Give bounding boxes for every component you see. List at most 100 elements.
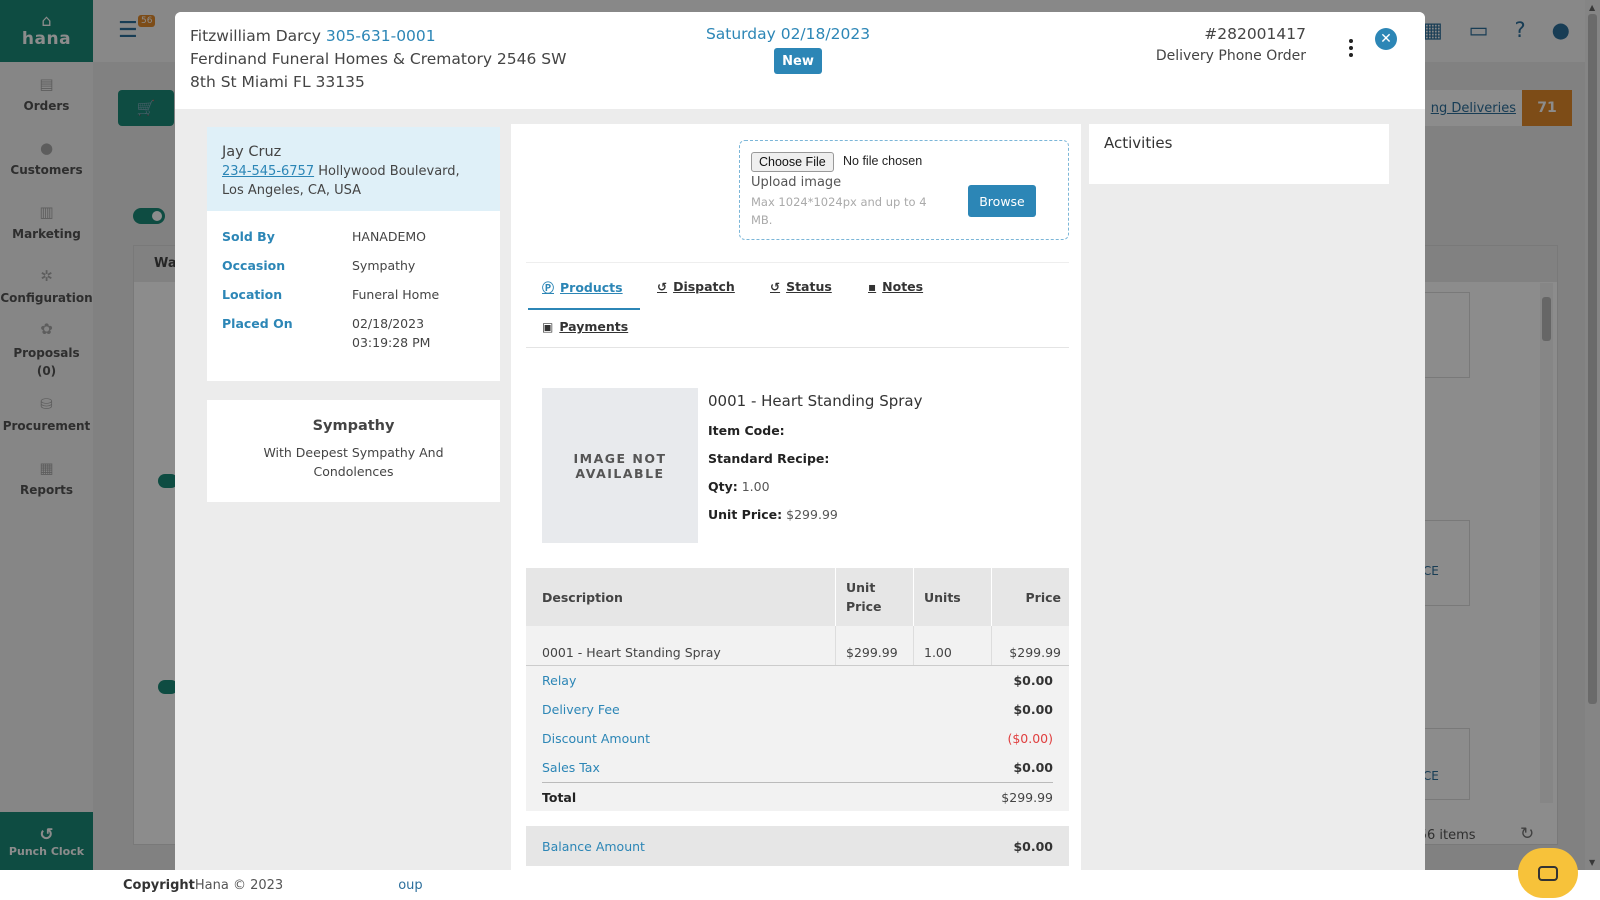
tab-label: Products <box>560 280 623 295</box>
unit-price-value: $299.99 <box>786 507 838 522</box>
image-placeholder-text: IMAGE NOT AVAILABLE <box>573 450 667 481</box>
copyright-text: Hana © 2023 <box>194 877 284 893</box>
balance-label[interactable]: Balance Amount <box>542 839 645 854</box>
close-icon[interactable]: ✕ <box>1375 28 1397 50</box>
recipient-info: Fitzwilliam Darcy 305-631-0001 Ferdinand… <box>190 25 590 94</box>
summary-row: Discount Amount ($0.00) <box>542 724 1053 753</box>
table-row: 0001 - Heart Standing Spray $299.99 1.00… <box>526 626 1069 666</box>
more-options-icon[interactable] <box>1345 36 1357 60</box>
sender-name: Jay Cruz <box>222 144 282 160</box>
history-icon: ↺ <box>770 279 781 294</box>
row-unit-price: $299.99 <box>835 626 913 665</box>
detail-value: HANADEMO <box>352 229 426 244</box>
tab-status[interactable]: ↺ Status <box>770 279 832 294</box>
summary-row: Sales Tax $0.00 <box>542 753 1053 782</box>
summary-value: $0.00 <box>1013 702 1053 717</box>
item-code-label: Item Code: <box>708 423 785 438</box>
summary-label[interactable]: Sales Tax <box>542 760 600 775</box>
delivery-address: Ferdinand Funeral Homes & Crematory 2546… <box>190 50 567 91</box>
recipe-label: Standard Recipe: <box>708 451 830 466</box>
tab-products[interactable]: Ⓟ Products <box>542 279 623 296</box>
history-icon: ↺ <box>657 279 668 294</box>
modal-header: Fitzwilliam Darcy 305-631-0001 Ferdinand… <box>175 12 1425 109</box>
detail-value: Funeral Home <box>352 287 440 302</box>
tab-label: Payments <box>559 319 629 334</box>
card-message-text: With Deepest Sympathy And Condolences <box>263 445 444 479</box>
summary-value: $0.00 <box>1013 760 1053 775</box>
product-title: 0001 - Heart Standing Spray <box>708 392 923 410</box>
row-units: 1.00 <box>913 626 991 665</box>
tab-payments[interactable]: ▣ Payments <box>542 319 628 334</box>
chat-button[interactable] <box>1518 848 1578 898</box>
detail-value: 02/18/2023 03:19:28 PM <box>352 316 431 350</box>
unit-price-line: Unit Price: $299.99 <box>708 507 923 522</box>
total-label: Total <box>542 789 577 805</box>
detail-key: Sold By <box>222 229 275 244</box>
tab-label: Status <box>786 279 832 294</box>
browse-button[interactable]: Browse <box>968 185 1036 217</box>
summary-label[interactable]: Discount Amount <box>542 731 650 746</box>
detail-key: Occasion <box>222 258 286 273</box>
upload-label: Upload image <box>751 175 842 190</box>
tab-label: Dispatch <box>673 279 735 294</box>
summary-row: Delivery Fee $0.00 <box>542 695 1053 724</box>
order-date: Saturday 02/18/2023 <box>705 25 871 43</box>
row-description: 0001 - Heart Standing Spray <box>542 645 721 660</box>
order-number: #282001417 <box>1204 25 1306 43</box>
detail-key: Location <box>222 287 283 302</box>
card-message: Sympathy With Deepest Sympathy And Condo… <box>207 400 500 502</box>
activities-title: Activities <box>1104 134 1173 152</box>
recipe-line: Standard Recipe: <box>708 451 923 466</box>
summary-value: $0.00 <box>1013 673 1053 688</box>
sender-card: Jay Cruz 234-545-6757 Hollywood Boulevar… <box>207 127 500 211</box>
order-details: Sold By HANADEMO Occasion Sympathy Locat… <box>207 211 500 381</box>
recipient-name: Fitzwilliam Darcy <box>190 27 321 45</box>
recipient-phone[interactable]: 305-631-0001 <box>326 27 436 45</box>
footer: Copyright Hana © 2023 oup <box>0 870 1600 900</box>
notes-icon: ▪ <box>868 279 877 294</box>
active-tab-indicator <box>528 308 640 310</box>
order-type: Delivery Phone Order <box>1155 48 1306 64</box>
order-tabs: Ⓟ Products ↺ Dispatch ↺ Status ▪ Notes ▣… <box>526 262 1069 348</box>
activities-panel: Activities <box>1089 124 1389 184</box>
chat-icon <box>1538 865 1558 881</box>
price-table: Description Unit Price Units Price 0001 … <box>526 568 1069 866</box>
tab-notes[interactable]: ▪ Notes <box>868 279 923 294</box>
image-upload-area[interactable]: Choose File No file chosen Upload image … <box>739 140 1069 240</box>
summary-label[interactable]: Delivery Fee <box>542 702 620 717</box>
item-code-line: Item Code: <box>708 423 923 438</box>
qty-label: Qty: <box>708 479 738 494</box>
summary-row: Relay $0.00 <box>542 666 1053 695</box>
summary-label[interactable]: Relay <box>542 673 576 688</box>
product-item: IMAGE NOT AVAILABLE 0001 - Heart Standin… <box>542 388 1069 543</box>
order-modal: Fitzwilliam Darcy 305-631-0001 Ferdinand… <box>175 12 1425 870</box>
detail-row: Occasion Sympathy <box>222 256 485 275</box>
tab-dispatch[interactable]: ↺ Dispatch <box>657 279 735 294</box>
col-units: Units <box>913 568 991 626</box>
tab-label: Notes <box>882 279 924 294</box>
products-icon: Ⓟ <box>542 281 555 295</box>
product-info: 0001 - Heart Standing Spray Item Code: S… <box>708 392 923 535</box>
row-price: $299.99 <box>991 626 1069 665</box>
card-message-title: Sympathy <box>312 418 395 434</box>
balance-value: $0.00 <box>1013 838 1053 854</box>
detail-row: Placed On 02/18/2023 03:19:28 PM <box>222 314 485 352</box>
total-row: Total $299.99 <box>542 782 1053 811</box>
col-description: Description <box>542 589 623 605</box>
balance-row: Balance Amount $0.00 <box>526 826 1069 866</box>
table-header: Description Unit Price Units Price <box>526 568 1069 626</box>
unit-price-label: Unit Price: <box>708 507 783 522</box>
detail-key: Placed On <box>222 316 293 331</box>
sender-phone[interactable]: 234-545-6757 <box>222 164 314 179</box>
payments-icon: ▣ <box>542 319 554 334</box>
detail-row: Sold By HANADEMO <box>222 227 485 246</box>
copyright-label: Copyright <box>123 877 195 893</box>
detail-value: Sympathy <box>352 258 416 273</box>
order-summary: Relay $0.00 Delivery Fee $0.00 Discount … <box>526 666 1069 811</box>
qty-line: Qty: 1.00 <box>708 479 923 494</box>
choose-file-button[interactable]: Choose File <box>751 152 834 172</box>
upload-hint: Max 1024*1024px and up to 4 MB. <box>751 195 927 227</box>
status-badge: New <box>774 48 822 74</box>
col-unit-price-label: Unit Price <box>846 580 882 614</box>
footer-link[interactable]: oup <box>398 878 422 893</box>
